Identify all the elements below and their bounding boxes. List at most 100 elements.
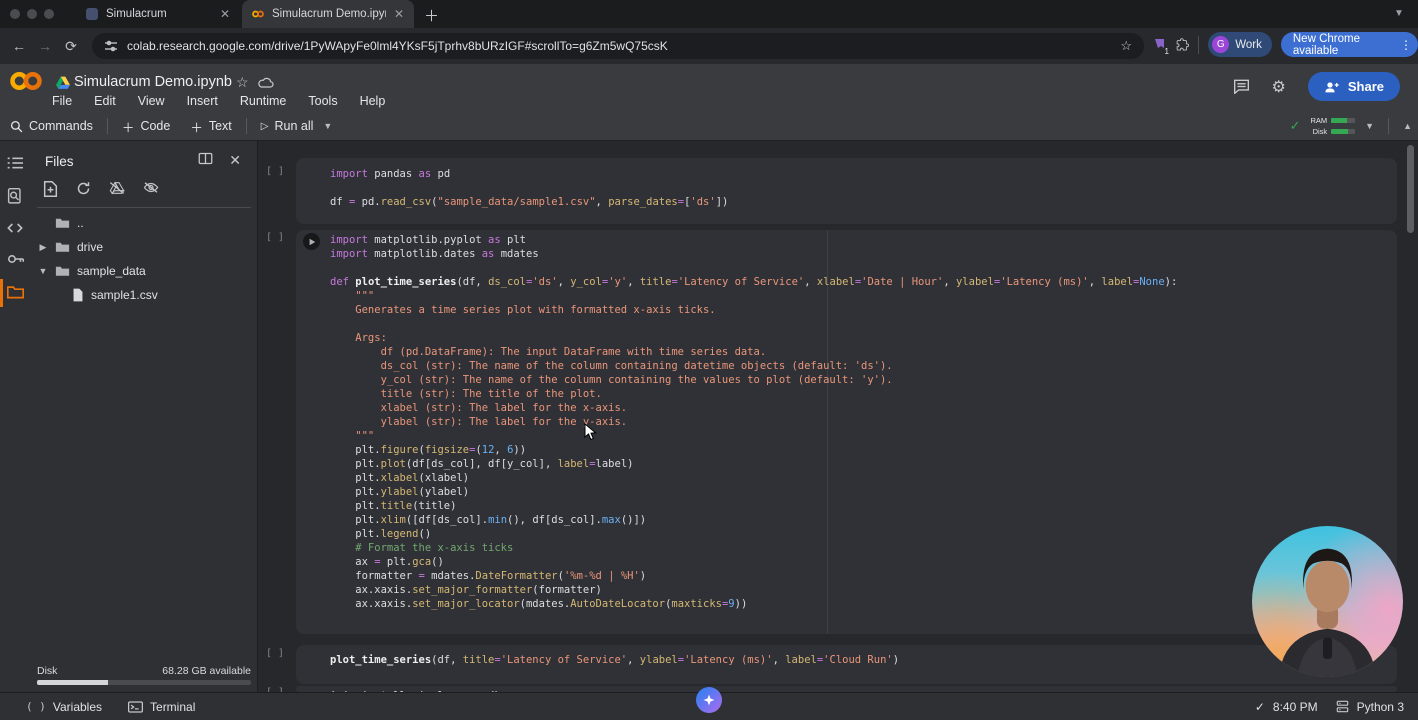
- left-icon-rail: [0, 141, 31, 692]
- profile-badge-icon[interactable]: 1: [1152, 37, 1169, 56]
- chevron-down-icon[interactable]: ▼: [1365, 121, 1374, 131]
- minimize-window-icon[interactable]: [27, 9, 37, 19]
- tree-item-drive[interactable]: ▶ drive: [31, 235, 258, 259]
- cell-code[interactable]: import pandas as pd df = pd.read_csv("sa…: [296, 158, 1397, 209]
- webcam-overlay: [1252, 526, 1403, 677]
- back-icon[interactable]: ←: [6, 38, 32, 54]
- chevron-down-icon[interactable]: ▼: [323, 121, 332, 131]
- scrollbar-thumb[interactable]: [1407, 145, 1414, 233]
- find-replace-icon[interactable]: [7, 188, 23, 205]
- divider: [37, 207, 251, 208]
- tree-item-sample-data[interactable]: ▼ sample_data: [31, 259, 258, 283]
- refresh-icon[interactable]: [76, 181, 91, 196]
- profile-name: Work: [1235, 38, 1262, 51]
- hidden-files-eye-icon[interactable]: [143, 181, 159, 194]
- site-info-icon[interactable]: [104, 39, 118, 53]
- share-button[interactable]: Share: [1307, 72, 1400, 101]
- code-cell-2[interactable]: import matplotlib.pyplot as plt import ma…: [296, 230, 1397, 634]
- resource-monitor[interactable]: RAM Disk: [1310, 116, 1356, 136]
- mount-drive-icon[interactable]: [109, 181, 125, 195]
- disk-available: 68.28 GB available: [162, 665, 251, 677]
- bookmark-star-icon[interactable]: ☆: [1120, 38, 1132, 54]
- divider: [106, 118, 108, 134]
- macos-window-controls[interactable]: [10, 9, 54, 19]
- browser-tabstrip: Simulacrum ✕ Simulacrum Demo.ipynb - Co …: [0, 0, 1418, 28]
- workspace: Files ✕ .. ▶ drive ▼ sample_data sample1…: [0, 141, 1418, 698]
- menu-runtime[interactable]: Runtime: [240, 94, 287, 108]
- files-folder-icon[interactable]: [7, 285, 24, 299]
- extensions-icon[interactable]: [1176, 37, 1189, 52]
- file-icon: [73, 288, 83, 302]
- cloud-save-icon[interactable]: [258, 77, 274, 89]
- chevron-right-icon[interactable]: ▶: [38, 242, 48, 253]
- tree-item-sample1-csv[interactable]: sample1.csv: [31, 283, 258, 307]
- ram-bar: [1331, 118, 1356, 123]
- menu-tools[interactable]: Tools: [308, 94, 337, 108]
- folder-icon: [55, 266, 70, 276]
- code-cell-3[interactable]: plot_time_series(df, title='Latency of S…: [296, 645, 1397, 684]
- profile-chip[interactable]: G Work: [1208, 32, 1272, 57]
- collapse-header-icon[interactable]: ▲: [1403, 121, 1412, 131]
- colab-logo: [8, 70, 44, 92]
- menu-insert[interactable]: Insert: [187, 94, 218, 108]
- close-window-icon[interactable]: [10, 9, 20, 19]
- menu-edit[interactable]: Edit: [94, 94, 116, 108]
- maximize-window-icon[interactable]: [44, 9, 54, 19]
- kebab-menu-icon[interactable]: ⋮: [1400, 38, 1412, 52]
- settings-gear-icon[interactable]: ⚙: [1272, 77, 1286, 97]
- code-cell-1[interactable]: import pandas as pd df = pd.read_csv("sa…: [296, 158, 1397, 224]
- commands-button[interactable]: Commands: [0, 119, 103, 133]
- menu-view[interactable]: View: [138, 94, 165, 108]
- url-text: colab.research.google.com/drive/1PyWApyF…: [127, 39, 668, 53]
- cell-run-gutter[interactable]: [ ]: [266, 648, 292, 659]
- open-in-new-tab-icon[interactable]: [198, 152, 213, 165]
- new-tab-button[interactable]: ＋: [424, 5, 439, 26]
- divider: [245, 118, 247, 134]
- star-notebook-icon[interactable]: ☆: [236, 74, 249, 91]
- close-tab-icon[interactable]: ✕: [220, 7, 230, 21]
- reload-icon[interactable]: ⟳: [58, 38, 84, 55]
- kernel-name[interactable]: Python 3: [1357, 700, 1404, 714]
- notebook-title[interactable]: Simulacrum Demo.ipynb: [74, 74, 232, 90]
- tree-item-parent-dir[interactable]: ..: [31, 211, 258, 235]
- cell-code[interactable]: plot_time_series(df, title='Latency of S…: [296, 645, 1397, 667]
- terminal-button[interactable]: Terminal: [128, 700, 195, 714]
- secrets-key-icon[interactable]: [7, 253, 24, 265]
- add-code-button[interactable]: ＋ Code: [112, 117, 180, 136]
- cell-code[interactable]: import matplotlib.pyplot as plt import ma…: [296, 230, 1397, 611]
- chevron-down-icon[interactable]: ▼: [38, 266, 48, 276]
- comments-icon[interactable]: [1233, 79, 1250, 94]
- file-tree: .. ▶ drive ▼ sample_data sample1.csv: [31, 211, 258, 307]
- menu-help[interactable]: Help: [360, 94, 386, 108]
- table-of-contents-icon[interactable]: [7, 156, 23, 170]
- browser-tab-simulacrum[interactable]: Simulacrum ✕: [76, 0, 240, 28]
- browser-tab-colab[interactable]: Simulacrum Demo.ipynb - Co ✕: [242, 0, 414, 28]
- close-tab-icon[interactable]: ✕: [394, 7, 404, 21]
- disk-usage-bar: [37, 680, 251, 685]
- run-all-button[interactable]: ▷ Run all ▼: [251, 119, 343, 133]
- folder-icon: [55, 242, 70, 252]
- forward-icon[interactable]: →: [32, 38, 58, 54]
- variables-button[interactable]: ( ) Variables: [26, 700, 102, 714]
- chrome-update-button[interactable]: New Chrome available ⋮: [1280, 32, 1418, 57]
- plus-icon: ＋: [190, 120, 203, 135]
- tab-title: Simulacrum: [106, 8, 167, 20]
- tab-search-icon[interactable]: ▼: [1394, 8, 1404, 19]
- address-bar[interactable]: colab.research.google.com/drive/1PyWApyF…: [92, 33, 1144, 59]
- mouse-cursor: [584, 423, 598, 441]
- cell-run-gutter[interactable]: [ ]: [266, 232, 292, 243]
- add-text-button[interactable]: ＋ Text: [180, 117, 241, 136]
- menu-file[interactable]: File: [52, 94, 72, 108]
- divider: [1388, 118, 1390, 134]
- code-snippets-icon[interactable]: [7, 222, 23, 234]
- cell-run-gutter[interactable]: [ ]: [266, 166, 292, 177]
- upload-file-icon[interactable]: [43, 181, 58, 197]
- play-outline-icon: ▷: [260, 120, 269, 132]
- disk-label: Disk: [37, 665, 58, 677]
- gemini-spark-button[interactable]: [696, 687, 722, 713]
- files-panel-title: Files: [45, 154, 74, 169]
- saved-check-icon: ✓: [1254, 699, 1265, 714]
- folder-icon: [55, 218, 70, 228]
- close-panel-icon[interactable]: ✕: [229, 152, 241, 169]
- disk-usage: Disk 68.28 GB available: [37, 665, 251, 685]
